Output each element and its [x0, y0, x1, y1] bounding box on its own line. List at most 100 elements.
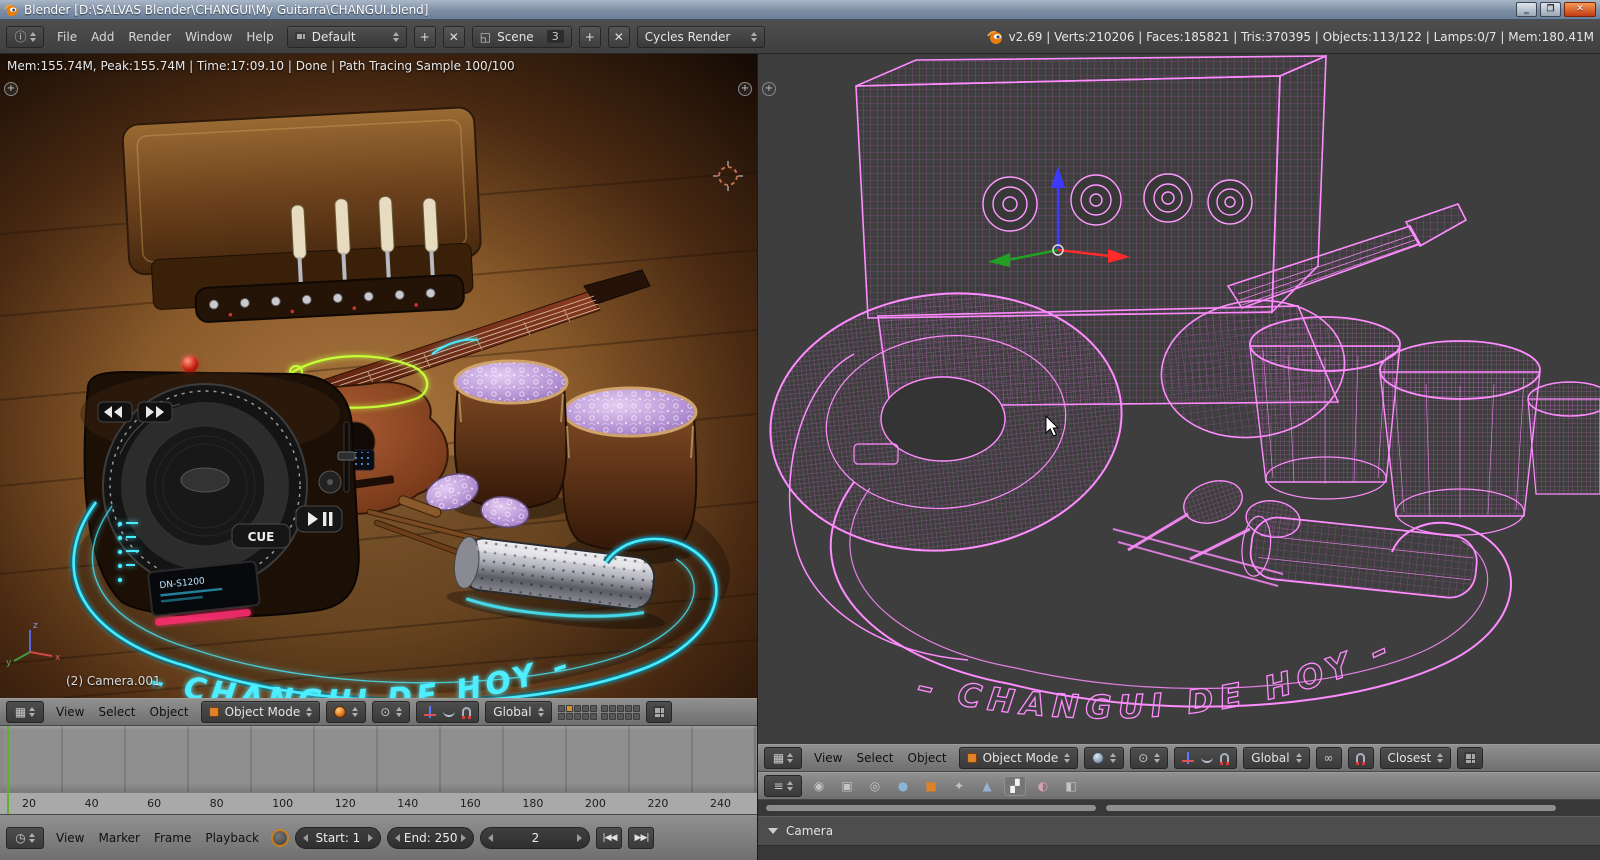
layer-grid[interactable] [558, 705, 640, 720]
add-scene-button[interactable]: + [579, 26, 601, 48]
rotate-manipulator-icon[interactable] [443, 707, 455, 717]
proportional-edit-button[interactable]: ∞ [1316, 747, 1342, 769]
rotate-manipulator-icon[interactable] [1201, 753, 1213, 763]
svg-text:x: x [55, 653, 61, 663]
play-pause-button[interactable] [296, 506, 342, 532]
close-button[interactable]: ✕ [1564, 2, 1596, 17]
snap-magnet-icon [1356, 753, 1365, 764]
maximize-button[interactable]: ❐ [1540, 2, 1561, 17]
menu-item[interactable]: Render [122, 30, 177, 44]
horizontal-scrollbar[interactable] [1106, 805, 1556, 811]
frame-end-field[interactable]: End: 250 [387, 827, 475, 849]
transform-orientation-selector[interactable]: Global [485, 701, 551, 723]
close-layout-button[interactable]: ✕ [443, 26, 465, 48]
frame-start-field[interactable]: Start: 1 [295, 827, 381, 849]
mode-selector[interactable]: Object Mode [959, 747, 1079, 769]
scene-selector[interactable]: ◱ Scene 3 [472, 26, 572, 48]
menu-item[interactable]: Object [902, 751, 953, 765]
region-split-widget[interactable]: + [4, 82, 18, 96]
pitch-slider[interactable] [338, 452, 355, 460]
screen-layout-selector[interactable]: Default [287, 26, 407, 48]
tab-material-icon[interactable]: ◐ [1032, 776, 1054, 796]
tab-data-icon[interactable]: ▞ [1004, 776, 1026, 796]
tab-constraints-icon[interactable]: ✦ [948, 776, 970, 796]
manipulator-toggle-group[interactable] [1174, 747, 1237, 769]
increment-arrow-icon[interactable] [461, 834, 466, 842]
menu-item[interactable]: Add [85, 30, 120, 44]
editor-type-button-properties[interactable]: ≡ [764, 775, 802, 797]
translate-manipulator-icon[interactable] [1182, 752, 1194, 764]
wireframe-viewport[interactable]: + [758, 54, 1600, 744]
menu-item[interactable]: Object [144, 705, 195, 719]
scene-users-count[interactable]: 3 [547, 30, 564, 43]
decrement-arrow-icon[interactable] [395, 834, 400, 842]
menu-item[interactable]: Select [850, 751, 899, 765]
snap-magnet-icon[interactable] [1220, 753, 1229, 764]
svg-text:y: y [6, 658, 12, 668]
ruler-number: 80 [210, 797, 224, 810]
transform-orientation-selector[interactable]: Global [1243, 747, 1309, 769]
spinner-arrows-icon [1437, 753, 1443, 763]
tab-object-icon[interactable]: ■ [920, 776, 942, 796]
jump-to-start-button[interactable]: |◀◀ [596, 827, 622, 849]
horizontal-scrollbar[interactable] [766, 805, 1096, 811]
increment-arrow-icon[interactable] [368, 834, 373, 842]
menu-item[interactable]: Marker [92, 831, 145, 845]
menu-item[interactable]: View [50, 831, 90, 845]
pivot-point-selector[interactable]: ⊙ [1130, 747, 1168, 769]
render-display-button[interactable] [1457, 747, 1483, 769]
tab-world-icon[interactable]: ● [892, 776, 914, 796]
spinner-arrows-icon [787, 781, 793, 791]
platter-center-knob[interactable] [181, 468, 229, 492]
menu-item[interactable]: Help [240, 30, 279, 44]
timeline-track[interactable] [0, 726, 757, 792]
editor-type-button-timeline[interactable]: ◷ [6, 827, 44, 849]
tab-render-layers-icon[interactable]: ▣ [836, 776, 858, 796]
spinner-arrows-icon [306, 707, 312, 717]
pivot-point-selector[interactable]: ⊙ [372, 701, 410, 723]
region-split-widget[interactable]: + [762, 82, 776, 96]
timeline-playhead[interactable] [7, 726, 9, 814]
menu-item[interactable]: Select [92, 705, 141, 719]
add-layout-button[interactable]: + [414, 26, 436, 48]
mode-selector[interactable]: Object Mode [201, 701, 321, 723]
tab-modifiers-icon[interactable]: ▲ [976, 776, 998, 796]
timeline-ruler[interactable]: 20406080100120140160180200220240 [0, 792, 757, 814]
tab-render-icon[interactable]: ◉ [808, 776, 830, 796]
menu-item[interactable]: Playback [199, 831, 265, 845]
next-track-button[interactable] [138, 402, 172, 422]
editor-type-button-3dview[interactable]: ▦ [764, 747, 802, 769]
snap-toggle-button[interactable] [1348, 747, 1374, 769]
menu-item[interactable]: File [51, 30, 83, 44]
decrement-arrow-icon[interactable] [488, 834, 493, 842]
tab-scene-icon[interactable]: ◎ [864, 776, 886, 796]
camera-panel-header[interactable]: Camera [758, 816, 1600, 846]
menu-item[interactable]: View [808, 751, 848, 765]
jump-to-end-button[interactable]: ▶▶| [628, 827, 654, 849]
snap-magnet-icon[interactable] [462, 707, 471, 718]
editor-type-button-info[interactable]: ⓘ [6, 26, 44, 48]
viewport-shading-selector[interactable] [1084, 747, 1124, 769]
viewport-shading-selector[interactable] [326, 701, 366, 723]
render-display-button[interactable] [646, 701, 672, 723]
menu-item[interactable]: Window [179, 30, 238, 44]
region-split-widget[interactable]: + [738, 82, 752, 96]
menu-item[interactable]: Frame [148, 831, 197, 845]
snap-target-selector[interactable]: Closest [1380, 747, 1452, 769]
translate-manipulator-icon[interactable] [424, 706, 436, 718]
pivot-icon: ⊙ [1138, 752, 1148, 764]
rendered-viewport[interactable]: Mem:155.74M, Peak:155.74M | Time:17:09.1… [0, 54, 757, 698]
editor-type-button-3dview[interactable]: ▦ [6, 701, 44, 723]
menu-item[interactable]: View [50, 705, 90, 719]
increment-arrow-icon[interactable] [577, 834, 582, 842]
close-scene-button[interactable]: ✕ [608, 26, 630, 48]
ruler-number: 160 [460, 797, 481, 810]
current-frame-field[interactable]: 2 [480, 827, 590, 849]
tab-texture-icon[interactable]: ◧ [1060, 776, 1082, 796]
red-knob[interactable] [182, 356, 198, 372]
render-engine-selector[interactable]: Cycles Render [637, 26, 765, 48]
auto-keyframe-record-button[interactable] [271, 829, 289, 847]
minimize-button[interactable]: _ [1516, 2, 1537, 17]
decrement-arrow-icon[interactable] [303, 834, 308, 842]
manipulator-toggle-group[interactable] [416, 701, 479, 723]
